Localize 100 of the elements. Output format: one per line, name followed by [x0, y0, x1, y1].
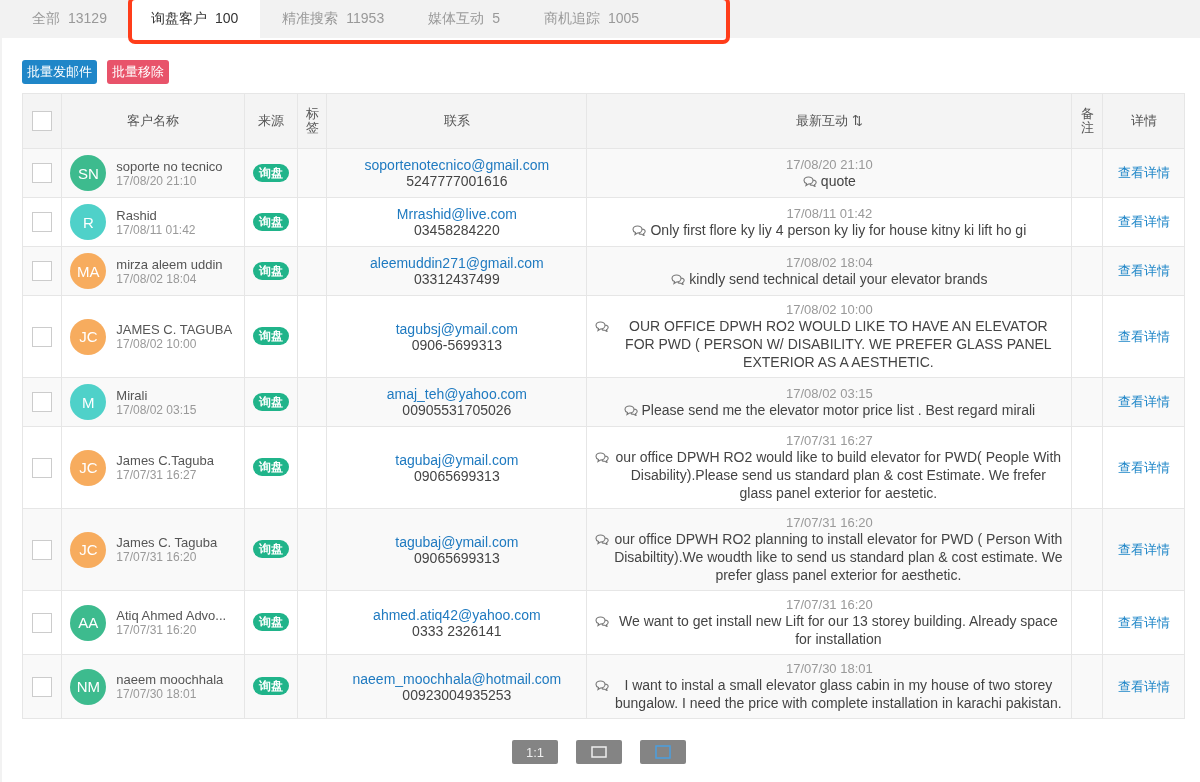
column-header: 详情	[1130, 113, 1157, 128]
avatar: JC	[70, 449, 107, 486]
message-text: Please send me the elevator motor price list . Best regard mirali	[641, 400, 1036, 419]
select-all-checkbox[interactable]	[32, 111, 53, 131]
chat-icon	[802, 175, 817, 187]
phone-number: 09065699313	[414, 549, 500, 566]
chat-icon	[632, 224, 647, 236]
column-header: 联系	[443, 113, 470, 128]
fit-screen-icon	[589, 745, 609, 759]
avatar: AA	[70, 604, 107, 641]
tab[interactable]: 商机追踪 1005	[522, 0, 662, 38]
email-link[interactable]: naeem_moochhala@hotmail.com	[331, 670, 583, 687]
fit-screen-button[interactable]	[576, 740, 622, 764]
row-checkbox[interactable]	[32, 457, 53, 478]
message-text: We want to get install new Lift for our 13 storey building. Already space for installation	[618, 612, 1059, 648]
customer-name: soporte no tecnico	[116, 158, 223, 174]
row-checkbox[interactable]	[32, 676, 53, 697]
avatar: R	[70, 204, 107, 240]
view-details-link[interactable]: 查看详情	[1117, 263, 1170, 278]
row-checkbox[interactable]	[32, 392, 53, 412]
tab[interactable]: 媒体互动 5	[406, 0, 522, 38]
source-tag: 询盘	[252, 327, 289, 345]
message-time: 17/07/30 18:01	[785, 661, 874, 676]
email-link[interactable]: Mrrashid@live.com	[331, 206, 583, 222]
phone-number: 0906-5699313	[411, 336, 502, 353]
customer-time: 17/07/31 16:20	[116, 550, 198, 564]
phone-number: 09065699313	[414, 467, 500, 484]
view-details-link[interactable]: 查看详情	[1117, 541, 1170, 557]
customer-name: James C.Taguba	[116, 453, 214, 468]
column-header: 客户名称	[127, 113, 180, 128]
row-checkbox[interactable]	[32, 212, 53, 232]
fullscreen-icon	[654, 745, 672, 759]
view-details-link[interactable]: 查看详情	[1117, 165, 1170, 180]
email-link[interactable]: ahmed.atiq42@yahoo.com	[331, 606, 583, 623]
phone-number: 03312437499	[413, 271, 501, 287]
view-details-link[interactable]: 查看详情	[1117, 614, 1170, 630]
customer-time: 17/08/02 18:04	[116, 271, 198, 286]
row-checkbox[interactable]	[32, 612, 53, 633]
row-checkbox[interactable]	[32, 539, 53, 560]
tab[interactable]: 精准搜索 11953	[260, 0, 407, 38]
phone-number: 00905531705026	[401, 402, 513, 418]
avatar: M	[70, 384, 107, 420]
view-details-link[interactable]: 查看详情	[1117, 214, 1170, 229]
avatar: SN	[70, 155, 107, 191]
message-time: 17/08/02 10:00	[785, 302, 874, 317]
email-link[interactable]: tagubaj@ymail.com	[331, 451, 583, 468]
phone-number: 00923004935253	[402, 686, 512, 703]
message-time: 17/08/02 18:04	[785, 254, 874, 270]
email-button[interactable]: 批量发邮件	[22, 60, 97, 84]
customer-name: mirza aleem uddin	[116, 256, 223, 272]
source-tag: 询盘	[252, 458, 289, 476]
message-text: our office DPWH RO2 planning to install elevator for PWD ( Person With Disabiltity).We woudth like to send us standard plan & cost estimate. We prefer glass panel exterior for aesthetic.	[613, 530, 1064, 584]
fullscreen-button[interactable]	[640, 740, 686, 764]
customer-time: 17/08/11 01:42	[116, 222, 196, 237]
tab[interactable]: 全部 13129	[10, 0, 129, 38]
message-text: kindly send technical detail your elevator brands	[689, 269, 988, 288]
message-time: 17/07/31 16:20	[785, 597, 874, 612]
chat-icon	[595, 534, 610, 545]
source-tag: 询盘	[252, 677, 289, 695]
view-details-link[interactable]: 查看详情	[1117, 678, 1170, 694]
phone-number: 5247777001616	[405, 173, 509, 189]
message-text: quote	[820, 171, 856, 190]
view-details-link[interactable]: 查看详情	[1117, 394, 1170, 409]
chat-icon	[595, 452, 610, 463]
customer-time: 17/07/31 16:27	[116, 468, 198, 482]
message-time: 17/07/31 16:27	[785, 433, 874, 448]
remove-button[interactable]: 批量移除	[107, 60, 169, 84]
avatar: JC	[70, 318, 107, 355]
view-details-link[interactable]: 查看详情	[1117, 459, 1170, 475]
row-checkbox[interactable]	[32, 261, 53, 281]
message-time: 17/08/02 03:15	[785, 385, 874, 401]
chat-icon	[671, 273, 686, 285]
phone-number: 03458284220	[413, 222, 501, 238]
customer-time: 17/08/20 21:10	[116, 173, 198, 188]
customer-name: naeem moochhala	[116, 672, 224, 687]
avatar: NM	[70, 668, 107, 705]
email-link[interactable]: tagubaj@ymail.com	[331, 533, 583, 550]
message-text: our office DPWH RO2 would like to build elevator for PWD( People With Disability).Please send us standard plan & cost Estimate. We frefer glass panel exterior for aestetic.	[614, 448, 1063, 502]
customer-name: Atiq Ahmed Advo...	[116, 608, 227, 623]
phone-number: 0333 2326141	[412, 622, 502, 639]
sort-icon[interactable]: ⇅	[851, 113, 863, 128]
row-checkbox[interactable]	[32, 163, 53, 183]
message-time: 17/08/20 21:10	[785, 156, 874, 172]
customer-time: 17/07/30 18:01	[116, 687, 198, 701]
chat-icon	[595, 680, 610, 691]
email-link[interactable]: tagubsj@ymail.com	[331, 320, 583, 337]
zoom-reset-button[interactable]: 1:1	[512, 740, 558, 764]
avatar: JC	[70, 531, 107, 568]
email-link[interactable]: amaj_teh@yahoo.com	[331, 386, 583, 402]
message-text: Only first flore ky liy 4 person ky liy for house kitny ki lift ho gi	[650, 220, 1027, 239]
source-tag: 询盘	[252, 212, 289, 231]
view-details-link[interactable]: 查看详情	[1117, 328, 1170, 344]
customer-time: 17/08/02 10:00	[116, 337, 198, 351]
column-header[interactable]: 最新互动	[796, 113, 849, 128]
email-link[interactable]: soportenotecnico@gmail.com	[331, 157, 583, 173]
row-checkbox[interactable]	[32, 326, 53, 347]
email-link[interactable]: aleemuddin271@gmail.com	[331, 255, 583, 271]
source-tag: 询盘	[252, 261, 289, 280]
customer-time: 17/07/31 16:20	[116, 623, 198, 637]
chat-icon	[595, 616, 610, 627]
